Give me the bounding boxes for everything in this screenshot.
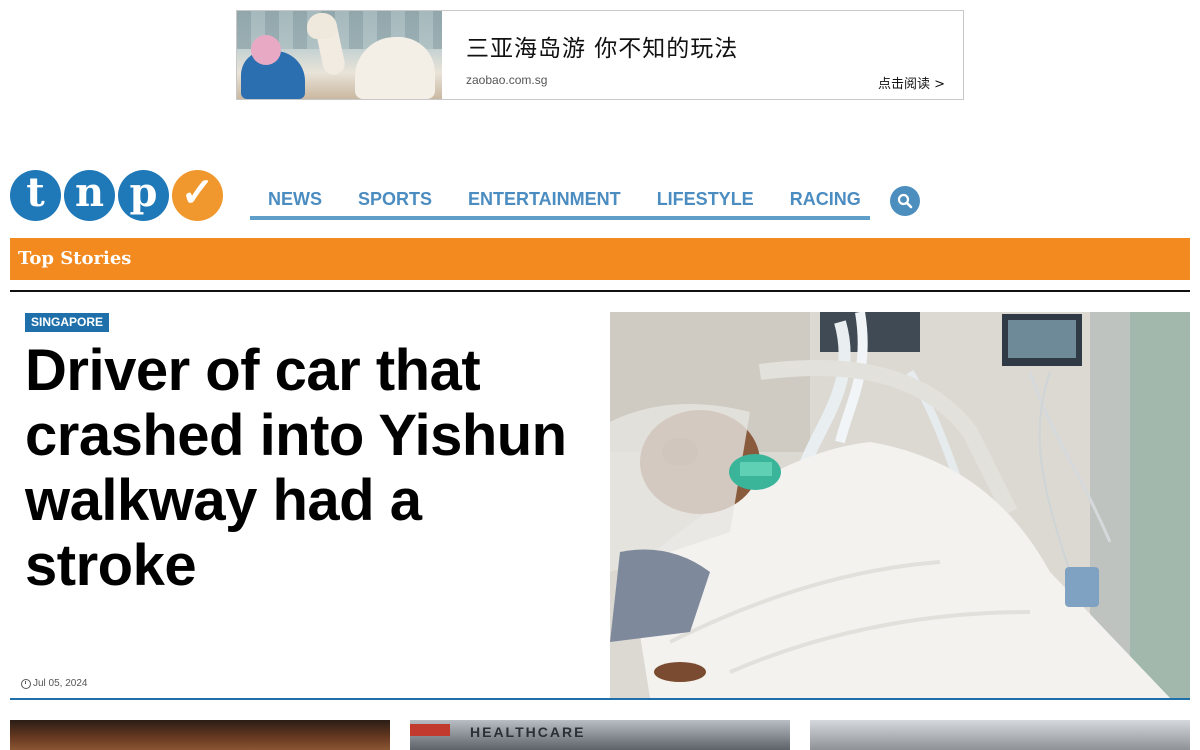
logo-check-text: ✓: [180, 168, 215, 216]
ad-banner[interactable]: 三亚海岛游 你不知的玩法 zaobao.com.sg 点击阅读 >: [236, 10, 964, 100]
ad-text-area[interactable]: 三亚海岛游 你不知的玩法 zaobao.com.sg 点击阅读 >: [442, 11, 963, 99]
tnp-logo[interactable]: t n p ✓: [10, 170, 223, 222]
section-title[interactable]: Top Stories: [18, 248, 131, 269]
nav-item-racing[interactable]: RACING: [772, 186, 879, 216]
search-icon: [897, 193, 913, 209]
logo-check-icon: ✓: [172, 170, 223, 221]
ad-title[interactable]: 三亚海岛游 你不知的玩法: [466, 29, 738, 63]
logo-letter-t: t: [10, 170, 61, 221]
section-divider: [10, 290, 1190, 292]
nav-item-sports[interactable]: SPORTS: [340, 186, 450, 216]
logo-letter-p-text: p: [129, 168, 158, 216]
ad-image[interactable]: [237, 11, 442, 99]
ad-image-alpaca-head: [307, 13, 337, 39]
nav-item-entertainment[interactable]: ENTERTAINMENT: [450, 186, 639, 216]
logo-letter-t-text: t: [26, 168, 45, 216]
main-headline[interactable]: Driver of car that crashed into Yishun w…: [25, 338, 595, 598]
main-story-image[interactable]: [610, 312, 1190, 698]
nav-item-lifestyle[interactable]: LIFESTYLE: [639, 186, 772, 216]
story-thumbnail-1[interactable]: [10, 720, 390, 750]
logo-letter-n-text: n: [74, 168, 105, 216]
thumbnail-red-sign: [410, 724, 450, 736]
thumbnail-sign-text: HEALTHCARE: [470, 724, 586, 740]
story-thumbnail-2[interactable]: HEALTHCARE: [410, 720, 790, 750]
hospital-bed-photo: [610, 312, 1190, 698]
search-button[interactable]: [890, 186, 920, 216]
ad-domain: zaobao.com.sg: [466, 73, 548, 87]
story-thumbnail-3[interactable]: [810, 720, 1190, 750]
story-date-text: Jul 05, 2024: [33, 678, 88, 689]
story-bottom-divider: [10, 698, 1190, 700]
ad-read-more-link[interactable]: 点击阅读 >: [878, 73, 945, 92]
top-stories-bar: Top Stories: [10, 238, 1190, 280]
logo-letter-p: p: [118, 170, 169, 221]
story-date: Jul 05, 2024: [21, 678, 88, 689]
clock-icon: [21, 678, 31, 689]
logo-letter-n: n: [64, 170, 115, 221]
category-badge[interactable]: SINGAPORE: [25, 313, 110, 332]
ad-image-child-head: [251, 35, 281, 65]
main-nav: NEWS SPORTS ENTERTAINMENT LIFESTYLE RACI…: [250, 186, 870, 220]
nav-item-news[interactable]: NEWS: [250, 186, 340, 216]
